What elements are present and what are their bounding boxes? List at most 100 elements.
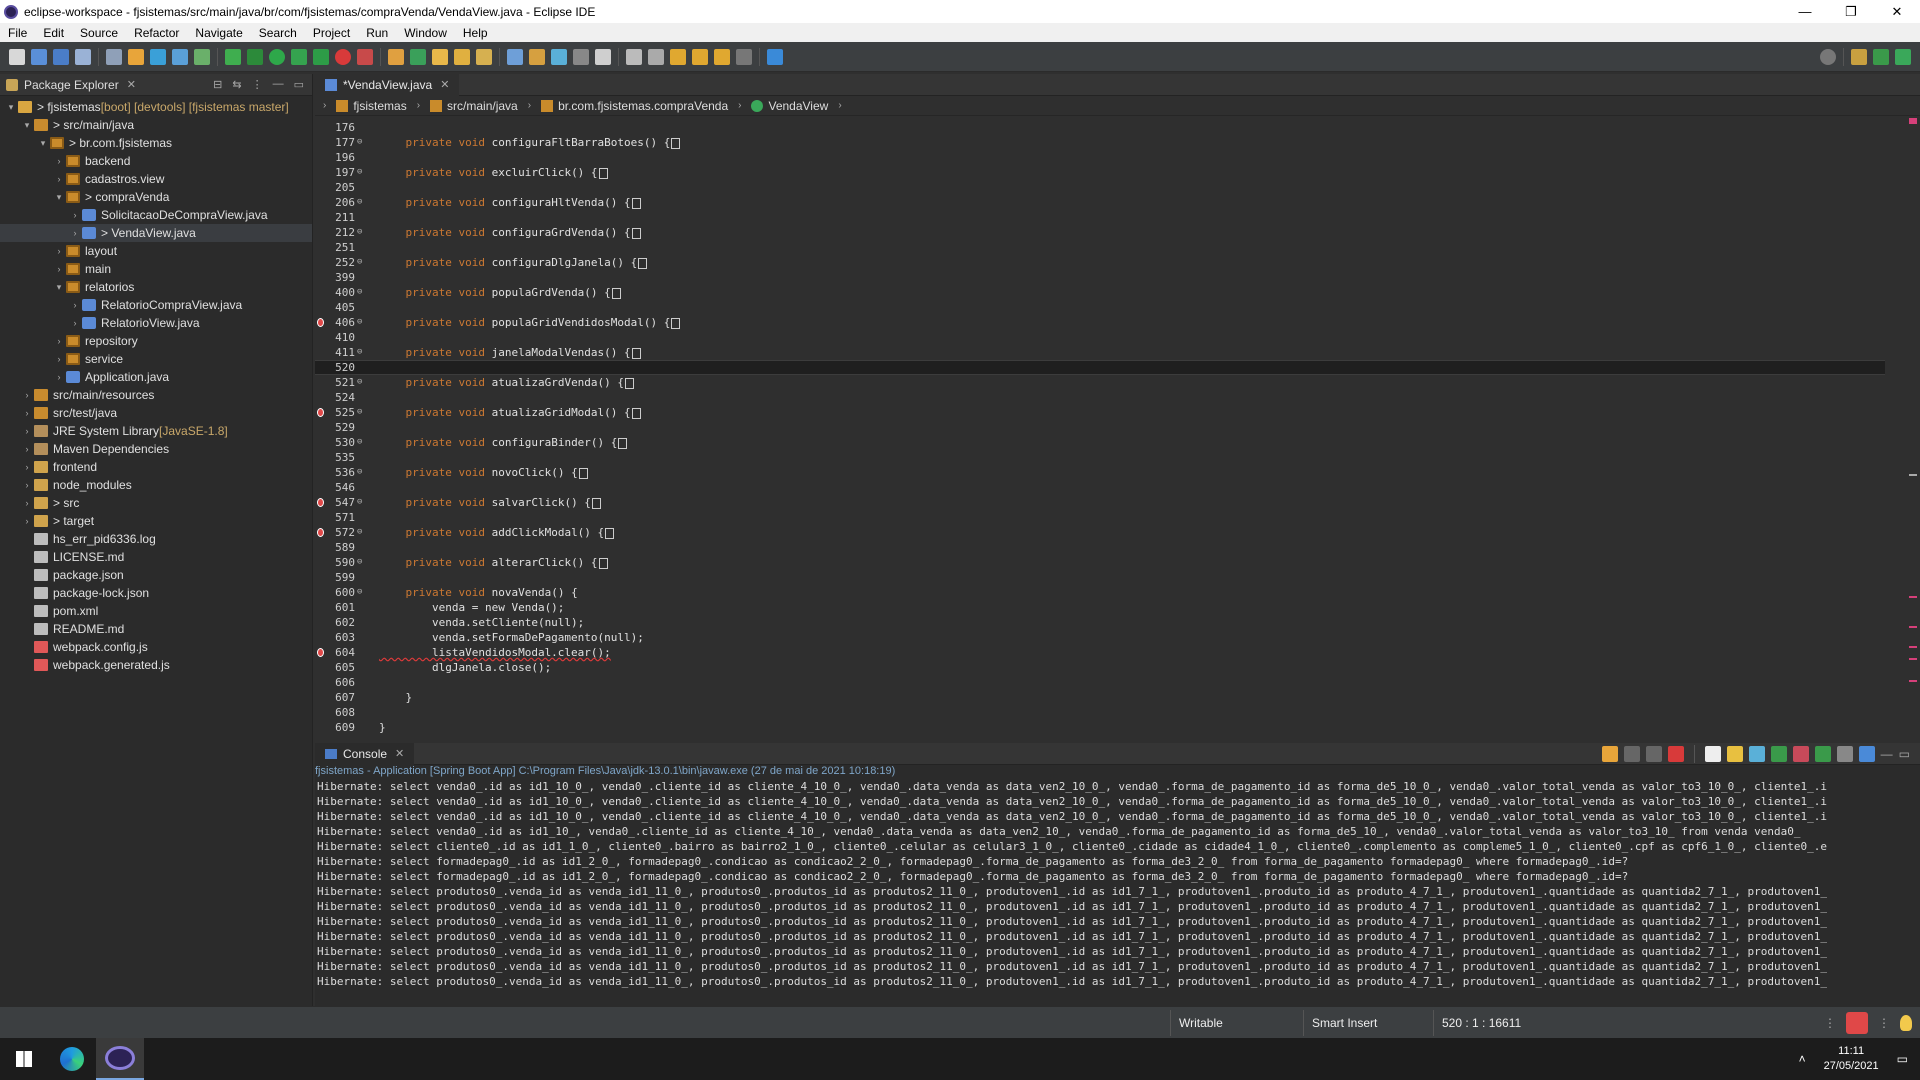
tree-item[interactable]: › RelatorioCompraView.java (0, 296, 312, 314)
notification-icon[interactable] (1846, 1011, 1868, 1034)
breakpoint-icon[interactable] (317, 498, 324, 507)
code-line[interactable]: 605 dlgJanela.close(); (315, 660, 1885, 675)
fold-toggle-icon[interactable]: ⊖ (357, 495, 367, 510)
forward-icon[interactable] (736, 48, 752, 65)
toggle-mark-icon[interactable] (507, 48, 523, 65)
chevron-right-icon[interactable]: › (22, 426, 32, 436)
fold-toggle-icon[interactable]: ⊖ (357, 255, 367, 270)
menu-project[interactable]: Project (305, 26, 358, 40)
start-button[interactable] (0, 1038, 48, 1080)
minimize-view-icon[interactable]: — (273, 78, 284, 91)
folded-code-icon[interactable] (631, 347, 641, 359)
code-line[interactable]: 176 (315, 120, 1885, 135)
clear-console-icon[interactable] (1704, 745, 1721, 762)
pin-console-icon[interactable] (1814, 745, 1831, 762)
debug-icon[interactable] (194, 48, 210, 65)
close-icon[interactable]: ✕ (440, 78, 449, 91)
prev-annotation-icon[interactable] (648, 48, 664, 65)
fold-toggle-icon[interactable]: ⊖ (357, 165, 367, 180)
code-line[interactable]: 197 ⊖ private void excluirClick() { (315, 165, 1885, 180)
chevron-right-icon[interactable]: › (22, 390, 32, 400)
code-line[interactable]: 603 venda.setFormaDePagamento(null); (315, 630, 1885, 645)
code-line[interactable]: 520 (315, 360, 1885, 375)
maximize-view-icon[interactable]: ▭ (294, 78, 304, 91)
folded-code-icon[interactable] (671, 137, 681, 149)
chevron-down-icon[interactable]: ▾ (54, 192, 64, 203)
warning-marker[interactable] (1909, 680, 1917, 682)
code-line[interactable]: 211 (315, 210, 1885, 225)
tree-item[interactable]: webpack.generated.js (0, 656, 312, 674)
fold-toggle-icon[interactable]: ⊖ (357, 375, 367, 390)
tree-item[interactable]: LICENSE.md (0, 548, 312, 566)
code-line[interactable]: 205 (315, 180, 1885, 195)
tree-item[interactable]: ▾ > fjsistemas [boot] [devtools] [fjsiste… (0, 98, 312, 116)
tree-item[interactable]: › > src (0, 494, 312, 512)
last-edit-icon[interactable] (670, 48, 686, 65)
taskbar-eclipse[interactable] (96, 1038, 144, 1080)
code-line[interactable]: 590 ⊖ private void alterarClick() { (315, 555, 1885, 570)
maximize-view-icon[interactable]: ▭ (1899, 747, 1910, 761)
fold-toggle-icon[interactable]: ⊖ (357, 585, 367, 600)
terminate-icon[interactable] (357, 48, 373, 65)
tree-item[interactable]: › Maven Dependencies (0, 440, 312, 458)
folded-code-icon[interactable] (625, 377, 635, 389)
tree-item[interactable]: › service (0, 350, 312, 368)
chevron-up-icon[interactable]: ˄ (1799, 1052, 1806, 1066)
word-wrap-icon[interactable] (551, 48, 567, 65)
spring-icon[interactable] (150, 48, 166, 65)
folded-code-icon[interactable] (611, 287, 621, 299)
save-all-icon[interactable] (53, 48, 69, 65)
run-config-icon[interactable] (291, 48, 307, 65)
fold-toggle-icon[interactable]: ⊖ (357, 345, 367, 360)
open-console-icon[interactable] (1858, 745, 1875, 762)
menu-search[interactable]: Search (251, 26, 305, 40)
code-line[interactable]: 607 } (315, 690, 1885, 705)
folded-code-icon[interactable] (631, 197, 641, 209)
chevron-right-icon[interactable]: › (54, 246, 64, 256)
tree-item[interactable]: › layout (0, 242, 312, 260)
breadcrumb-source-folder[interactable]: src/main/java (430, 99, 518, 113)
code-line[interactable]: 405 (315, 300, 1885, 315)
fold-toggle-icon[interactable]: ⊖ (357, 135, 367, 150)
refresh-icon[interactable] (128, 48, 144, 65)
code-area[interactable]: 176 177 ⊖ private void configuraFltBarraBo… (315, 116, 1920, 740)
chevron-right-icon[interactable]: › (22, 498, 32, 508)
menu-navigate[interactable]: Navigate (187, 26, 250, 40)
tree-item[interactable]: › Application.java (0, 368, 312, 386)
display-console-icon[interactable] (1836, 745, 1853, 762)
tree-item[interactable]: hs_err_pid6336.log (0, 530, 312, 548)
menu-source[interactable]: Source (72, 26, 126, 40)
fold-toggle-icon[interactable]: ⊖ (357, 435, 367, 450)
code-line[interactable]: 609} (315, 720, 1885, 735)
tree-item[interactable]: › > target (0, 512, 312, 530)
breakpoint-icon[interactable] (317, 528, 324, 537)
spring-perspective-icon[interactable] (1873, 48, 1889, 65)
relaunch-icon[interactable] (1601, 745, 1618, 762)
new-icon[interactable] (9, 48, 25, 65)
code-line[interactable]: 206 ⊖ private void configuraHltVenda() { (315, 195, 1885, 210)
tree-item[interactable]: pom.xml (0, 602, 312, 620)
fold-toggle-icon[interactable]: ⊖ (357, 195, 367, 210)
tree-item[interactable]: › main (0, 260, 312, 278)
clock[interactable]: 11:11 27/05/2021 (1824, 1044, 1879, 1074)
warning-marker[interactable] (1909, 596, 1917, 598)
code-line[interactable]: 547 ⊖ private void salvarClick() { (315, 495, 1885, 510)
back-icon[interactable] (714, 48, 730, 65)
tree-item[interactable]: › SolicitacaoDeCompraView.java (0, 206, 312, 224)
open-perspective-icon[interactable] (1851, 48, 1867, 65)
error-marker[interactable] (1909, 118, 1917, 124)
chevron-right-icon[interactable]: › (70, 210, 80, 220)
fold-toggle-icon[interactable]: ⊖ (357, 225, 367, 240)
warning-marker[interactable] (1909, 646, 1917, 648)
collapse-all-icon[interactable]: ⊟ (213, 78, 222, 91)
chevron-down-icon[interactable]: ▾ (54, 282, 64, 293)
code-line[interactable]: 411 ⊖ private void janelaModalVendas() { (315, 345, 1885, 360)
fold-toggle-icon[interactable]: ⊖ (357, 555, 367, 570)
java-perspective-icon[interactable] (1895, 48, 1911, 65)
tip-bulb-icon[interactable] (1900, 1014, 1912, 1031)
code-line[interactable]: 406 ⊖ private void populaGridVendidosModa… (315, 315, 1885, 330)
chevron-down-icon[interactable]: ▾ (22, 120, 32, 131)
open-resource-icon[interactable] (454, 48, 470, 65)
folded-code-icon[interactable] (631, 407, 641, 419)
folded-code-icon[interactable] (638, 257, 648, 269)
